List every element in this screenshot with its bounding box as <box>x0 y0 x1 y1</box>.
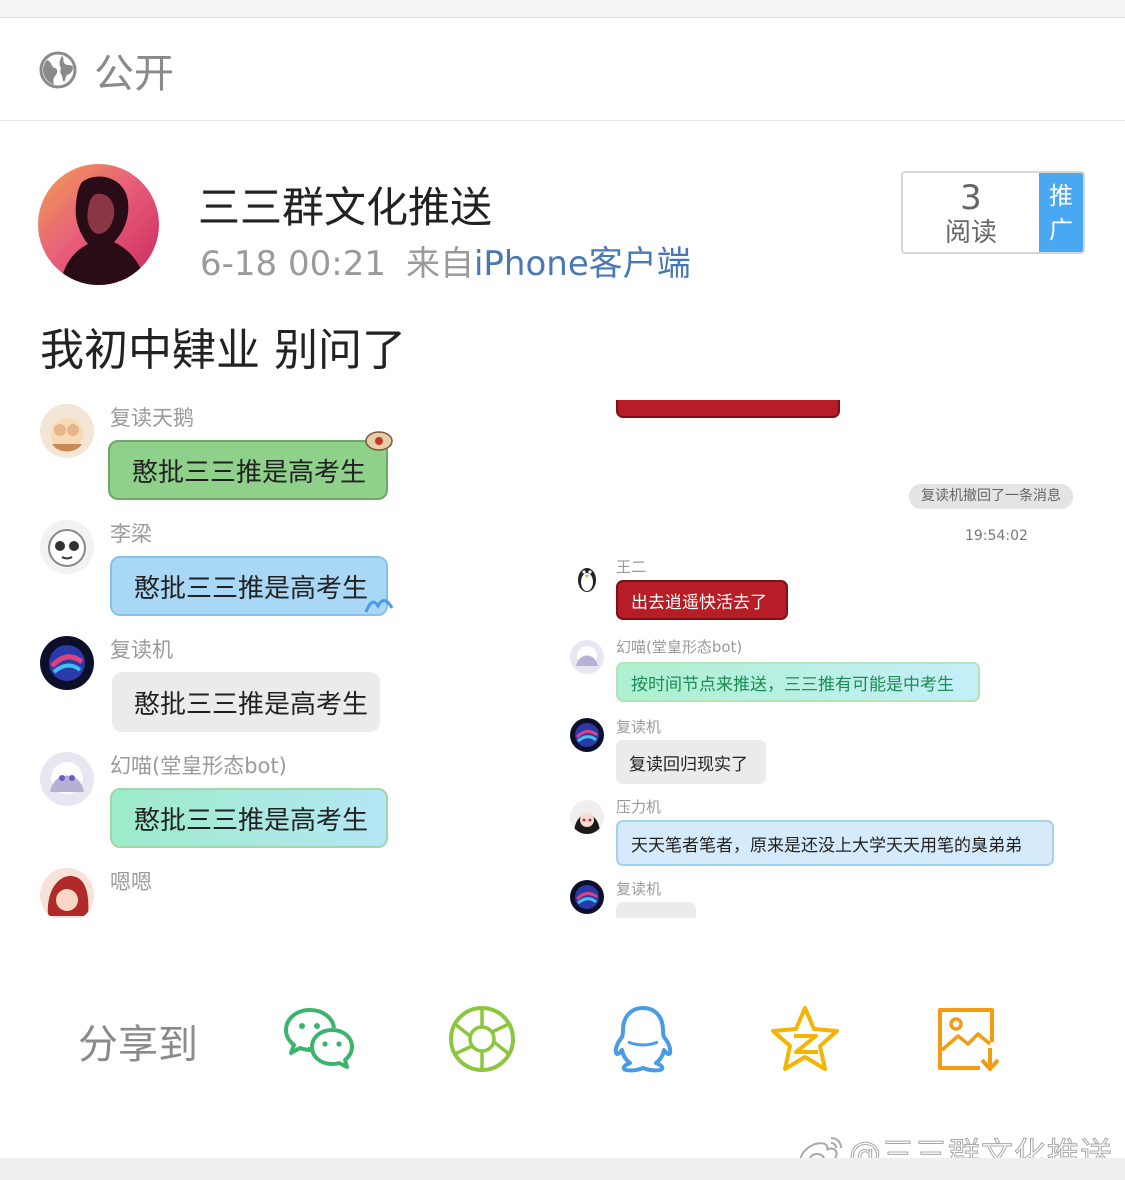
chat-sender: 复读机 <box>616 880 662 898</box>
chat-avatar <box>40 636 94 690</box>
chat-bubble: 复读回归现实了 <box>616 740 766 784</box>
chat-screenshot-left[interactable]: 复读天鹅 憨批三三推是高考生 李梁 憨批三三推是高考生 复读机 憨批三三推是高考… <box>38 400 553 918</box>
chat-avatar <box>570 718 604 752</box>
moments-icon[interactable] <box>445 1004 519 1074</box>
read-count-box[interactable]: 3 阅读 推广 <box>901 171 1085 254</box>
author-avatar[interactable] <box>38 164 159 285</box>
bubble-decoration <box>364 599 394 613</box>
author-name[interactable]: 三三群文化推送 <box>198 174 492 235</box>
chat-bubble-partial <box>616 400 840 418</box>
post-source-prefix: 来自 <box>405 244 474 284</box>
chat-sender: 李梁 <box>110 522 152 546</box>
read-count: 3 <box>960 178 982 218</box>
qzone-icon[interactable] <box>768 1004 842 1074</box>
post-meta: 6-18 00:21 来自iPhone客户端 <box>200 236 691 285</box>
chat-sender: 复读天鹅 <box>110 406 194 430</box>
promote-button[interactable]: 推广 <box>1039 173 1083 252</box>
post-source-client[interactable]: iPhone客户端 <box>474 244 691 284</box>
chat-sender: 复读机 <box>110 638 173 662</box>
chat-avatar <box>40 520 94 574</box>
visibility-bar[interactable]: 公开 <box>0 19 1125 121</box>
chat-sender: 幻喵(堂皇形态bot) <box>616 638 743 656</box>
share-label: 分享到 <box>78 1022 198 1068</box>
chat-sender: 嗯嗯 <box>110 870 152 894</box>
top-strip <box>0 0 1125 18</box>
bottom-strip <box>0 1158 1125 1180</box>
qq-icon[interactable] <box>606 1004 680 1074</box>
chat-avatar <box>40 404 94 458</box>
wechat-icon[interactable] <box>282 1004 356 1074</box>
chat-bubble-partial <box>616 902 696 918</box>
chat-bubble: 出去逍遥快活去了 <box>616 580 788 620</box>
read-count-area: 3 阅读 <box>903 173 1039 252</box>
save-image-icon[interactable] <box>932 1004 1006 1074</box>
chat-sender: 王二 <box>616 558 647 576</box>
chat-avatar <box>570 880 604 914</box>
chat-sender: 压力机 <box>616 798 662 816</box>
chat-bubble: 天天笔者笔者，原来是还没上大学天天用笔的臭弟弟 <box>616 820 1054 866</box>
chat-time: 19:54:02 <box>965 528 1028 544</box>
bubble-decoration <box>365 431 393 451</box>
chat-avatar <box>570 800 604 834</box>
chat-bubble: 憨批三三推是高考生 <box>110 556 388 616</box>
chat-screenshot-right[interactable]: 复读机撤回了一条消息 19:54:02 王二 出去逍遥快活去了 幻喵(堂皇形态b… <box>568 400 1085 918</box>
chat-avatar <box>570 640 604 674</box>
globe-icon <box>39 51 77 88</box>
chat-avatar <box>570 560 604 594</box>
chat-avatar <box>40 752 94 806</box>
chat-sender: 幻喵(堂皇形态bot) <box>110 754 287 778</box>
read-count-label: 阅读 <box>944 218 997 248</box>
system-message: 复读机撤回了一条消息 <box>909 484 1073 509</box>
post-text: 我初中肄业 别问了 <box>40 325 406 376</box>
chat-bubble: 憨批三三推是高考生 <box>110 788 388 848</box>
chat-bubble: 按时间节点来推送，三三推有可能是中考生 <box>616 662 980 702</box>
visibility-label: 公开 <box>94 50 174 97</box>
chat-sender: 复读机 <box>616 718 662 736</box>
chat-bubble: 憨批三三推是高考生 <box>108 440 388 500</box>
chat-bubble: 憨批三三推是高考生 <box>112 672 380 732</box>
post-timestamp: 6-18 00:21 <box>200 244 386 284</box>
chat-avatar <box>40 868 94 918</box>
